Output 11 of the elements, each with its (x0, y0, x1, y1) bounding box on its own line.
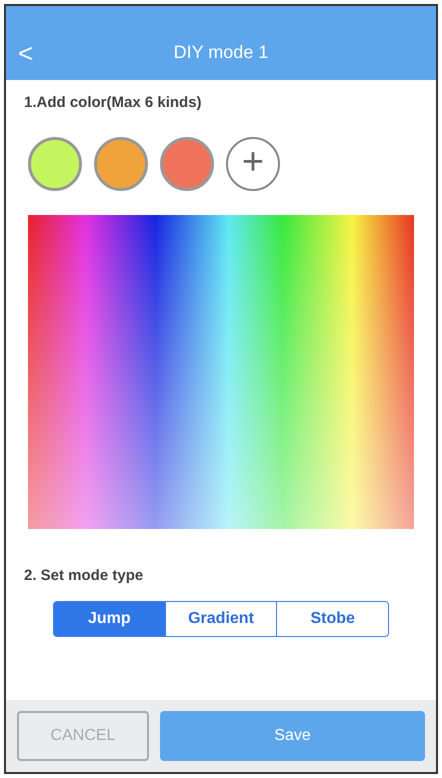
section-label: 1.Add color(Max 6 kinds) (24, 93, 202, 113)
mode-tab[interactable]: Stobe (276, 602, 388, 636)
color-swatch[interactable] (94, 136, 148, 190)
mode-tab[interactable]: Jump (54, 602, 165, 636)
add-color-button[interactable]: + (226, 136, 280, 190)
screen-title: DIY mode 1 (174, 41, 268, 64)
color-swatch[interactable] (28, 136, 82, 190)
color-swatch[interactable] (160, 136, 214, 190)
save-button[interactable]: Save (160, 711, 425, 761)
back-button[interactable]: < (18, 40, 48, 66)
section-label: 2. Set mode type (24, 566, 144, 586)
